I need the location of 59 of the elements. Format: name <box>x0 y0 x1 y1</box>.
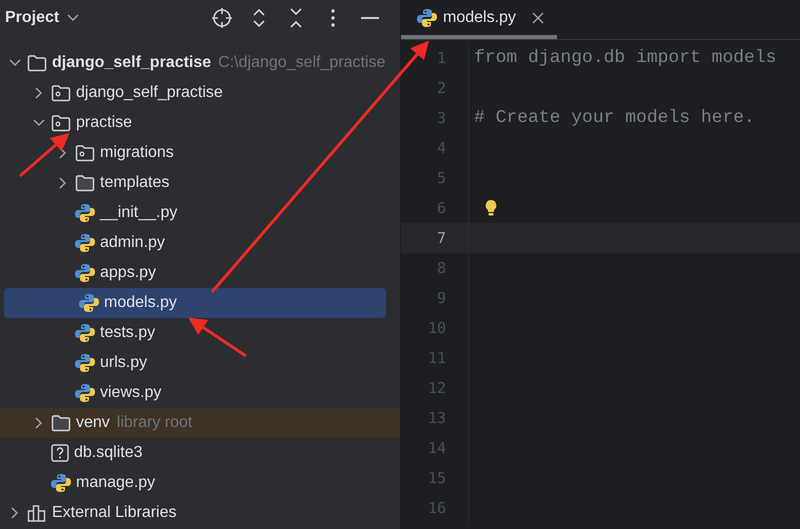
code-line: from django.db import models <box>474 48 776 68</box>
python-file-icon <box>75 263 95 283</box>
tree-item-label[interactable]: tests.py <box>100 324 156 342</box>
library-icon <box>27 504 47 522</box>
panel-title[interactable]: Project <box>5 9 60 27</box>
python-file-icon <box>75 233 95 253</box>
excluded-row[interactable]: venv library root <box>0 408 400 438</box>
editor-tab[interactable]: models.py <box>401 0 557 39</box>
line-number: 7 <box>401 223 469 253</box>
chevron-right-icon[interactable] <box>59 177 67 189</box>
annotation-arrow <box>188 318 247 358</box>
package-folder-icon <box>51 84 71 102</box>
tree-item-label[interactable]: django_self_practise <box>52 54 212 72</box>
chevron-down-icon[interactable] <box>9 59 21 67</box>
package-folder-icon <box>75 144 95 162</box>
expand-all-icon[interactable] <box>250 7 266 29</box>
chevron-down-icon[interactable] <box>33 119 45 127</box>
python-file-icon <box>75 353 95 373</box>
code-line: # Create your models here. <box>474 108 755 128</box>
folder-icon <box>51 414 71 432</box>
chevron-down-icon[interactable] <box>67 14 80 22</box>
tree-item-label[interactable]: urls.py <box>100 354 148 372</box>
python-file-icon <box>75 203 95 223</box>
selected-row[interactable]: models.py <box>4 288 386 318</box>
unknown-file-icon <box>51 444 69 462</box>
tree-item-label[interactable]: External Libraries <box>52 504 176 522</box>
tree-item-label[interactable]: admin.py <box>100 234 165 252</box>
python-file-icon <box>51 473 71 493</box>
minimize-icon[interactable] <box>360 16 378 20</box>
tree-item-label[interactable]: templates <box>100 174 170 192</box>
tree-item-label[interactable]: apps.py <box>100 264 156 282</box>
locate-icon[interactable] <box>210 7 232 29</box>
tree-item-label[interactable]: venv <box>76 414 110 432</box>
annotation-arrow <box>19 133 70 178</box>
python-file-icon <box>75 383 95 403</box>
path-hint: library root <box>116 414 192 432</box>
tree-item-label[interactable]: manage.py <box>76 474 156 492</box>
chevron-right-icon[interactable] <box>35 87 43 99</box>
collapse-all-icon[interactable] <box>288 7 304 29</box>
tree-item-label[interactable]: practise <box>76 114 132 132</box>
python-file-icon <box>75 323 95 343</box>
python-file-icon <box>79 293 99 313</box>
chevron-right-icon[interactable] <box>35 417 43 429</box>
tree-item-label[interactable]: models.py <box>104 294 177 312</box>
more-options-icon[interactable] <box>330 8 336 28</box>
folder-icon <box>75 174 95 192</box>
tree-item-label[interactable]: django_self_practise <box>76 84 223 102</box>
tree-item-label[interactable]: __init__.py <box>100 204 178 222</box>
chevron-right-icon[interactable] <box>11 507 19 519</box>
close-icon[interactable] <box>532 12 544 24</box>
folder-icon <box>27 54 47 72</box>
tree-item-label[interactable]: db.sqlite3 <box>74 444 142 462</box>
tree-item-label[interactable]: migrations <box>100 144 174 162</box>
package-folder-icon <box>51 114 71 132</box>
path-hint: C:\django_self_practise <box>218 54 386 72</box>
python-file-icon <box>417 8 437 28</box>
chevron-right-icon[interactable] <box>59 147 67 159</box>
tree-item-label[interactable]: views.py <box>100 384 162 402</box>
light-bulb-icon[interactable] <box>484 199 498 217</box>
